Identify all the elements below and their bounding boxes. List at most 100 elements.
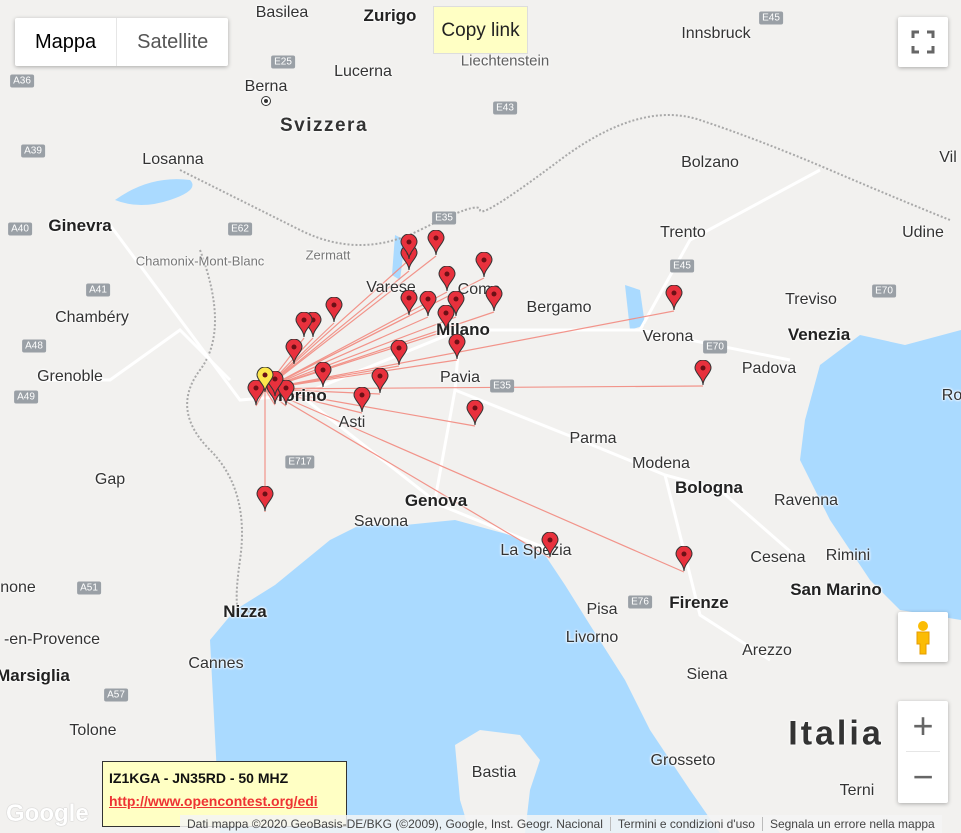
place-label-cesena: Cesena (750, 549, 806, 566)
road-shield: E45 (670, 259, 694, 273)
home-station-marker[interactable] (256, 367, 274, 393)
road-shield: E25 (271, 55, 295, 69)
place-label-pisa: Pisa (586, 601, 618, 618)
place-label-arezzo: Arezzo (742, 642, 792, 659)
place-label-bergamo: Bergamo (526, 299, 592, 316)
map-data-attribution: Dati mappa ©2020 GeoBasis-DE/BKG (©2009)… (187, 817, 603, 831)
station-marker[interactable] (438, 266, 456, 292)
place-label-laspezia: La Spezia (500, 542, 572, 559)
station-marker[interactable] (675, 546, 693, 572)
pegman-icon (916, 621, 930, 655)
station-marker[interactable] (466, 400, 484, 426)
road-shield: E76 (628, 595, 652, 609)
attribution-bar: Dati mappa ©2020 GeoBasis-DE/BKG (©2009)… (180, 815, 942, 833)
station-marker[interactable] (419, 291, 437, 317)
place-label-gap: Gap (94, 471, 126, 488)
terms-link[interactable]: Termini e condizioni d'uso (609, 817, 762, 831)
place-label-firenze: Firenze (669, 593, 729, 612)
place-label-grenoble: Grenoble (37, 368, 103, 385)
station-marker[interactable] (665, 285, 683, 311)
place-label-bolzano: Bolzano (681, 154, 739, 171)
station-title: IZ1KGA - JN35RD - 50 MHZ (109, 770, 289, 786)
road-shield: A57 (104, 688, 128, 702)
zoom-control: + − (898, 701, 948, 803)
road-shield: A51 (77, 581, 101, 595)
adriatic-sea (800, 330, 961, 620)
station-marker[interactable] (541, 532, 559, 558)
place-label-trento: Trento (660, 224, 706, 241)
place-label-savona: Savona (353, 513, 409, 530)
zoom-out-button[interactable]: − (898, 752, 948, 802)
edi-link[interactable]: http://www.opencontest.org/edi (109, 793, 340, 809)
place-label-provence: -en-Provence (3, 631, 101, 648)
place-label-udine: Udine (902, 224, 944, 241)
station-marker[interactable] (485, 286, 503, 312)
place-label-ravenna: Ravenna (773, 492, 839, 509)
station-marker[interactable] (390, 340, 408, 366)
place-label-padova: Padova (741, 360, 797, 377)
place-label-terni: Terni (839, 782, 875, 799)
zoom-in-button[interactable]: + (898, 701, 948, 751)
place-label-chambery: Chambéry (55, 309, 129, 326)
place-label-sanmarino: San Marino (790, 580, 882, 599)
station-marker[interactable] (295, 312, 313, 338)
station-marker[interactable] (400, 290, 418, 316)
report-error-link[interactable]: Segnala un errore nella mappa (761, 817, 942, 831)
road-shield: E70 (703, 340, 727, 354)
road-shield: A49 (14, 390, 38, 404)
place-label-italia: Italia (788, 714, 884, 753)
road-shield: E43 (493, 101, 517, 115)
place-label-losanna: Losanna (142, 151, 204, 168)
station-marker[interactable] (371, 368, 389, 394)
place-label-vil: Vil (939, 149, 957, 166)
place-label-ro: Ro (941, 387, 961, 404)
road-shield: E45 (759, 11, 783, 25)
station-marker[interactable] (448, 334, 466, 360)
place-label-venezia: Venezia (787, 325, 851, 344)
map-type-satellite-button[interactable]: Satellite (116, 18, 228, 66)
qso-path (264, 255, 437, 390)
place-label-zermatt: Zermatt (305, 247, 351, 263)
road-shield: E717 (285, 455, 315, 469)
copy-link-button[interactable]: Copy link (433, 6, 528, 54)
road-shield: E35 (490, 379, 514, 393)
road-shield: E35 (432, 211, 456, 225)
map-type-control: Mappa Satellite (15, 18, 229, 66)
place-label-lucerna: Lucerna (334, 63, 392, 80)
place-label-rimini: Rimini (825, 547, 871, 564)
place-label-grosseto: Grosseto (650, 752, 716, 769)
station-marker[interactable] (325, 297, 343, 323)
place-label-verona: Verona (642, 328, 694, 345)
lake-garda (625, 285, 645, 330)
road-shield: A39 (21, 144, 45, 158)
map-type-map-button[interactable]: Mappa (15, 18, 116, 66)
map-canvas[interactable]: Basilea Zurigo Liechtenstein Innsbruck Berna… (0, 0, 961, 833)
place-label-bologna: Bologna (675, 478, 743, 497)
place-label-berna: Berna (244, 78, 288, 95)
station-marker[interactable] (694, 360, 712, 386)
place-label-cannes: Cannes (188, 655, 244, 672)
station-marker[interactable] (256, 486, 274, 512)
place-label-treviso: Treviso (785, 291, 837, 308)
place-label-livorno: Livorno (565, 629, 619, 646)
fullscreen-button[interactable] (898, 17, 948, 67)
place-label-asti: Asti (338, 414, 366, 431)
place-label-marsiglia: Marsiglia (0, 666, 70, 685)
station-marker[interactable] (427, 230, 445, 256)
lake-geneva (115, 179, 193, 205)
road-shield: A40 (8, 222, 32, 236)
street-view-pegman[interactable] (898, 612, 948, 662)
place-label-parma: Parma (569, 430, 617, 447)
place-label-bastia: Bastia (471, 764, 517, 781)
place-label-innsbruck: Innsbruck (681, 25, 751, 42)
place-label-genova: Genova (404, 491, 468, 510)
station-marker[interactable] (437, 305, 455, 331)
place-label-nizza: Nizza (223, 602, 267, 621)
station-marker[interactable] (475, 252, 493, 278)
google-logo[interactable]: Google (6, 800, 89, 828)
station-marker[interactable] (285, 339, 303, 365)
station-marker[interactable] (353, 387, 371, 413)
station-marker[interactable] (400, 234, 418, 260)
border (186, 249, 251, 616)
station-marker[interactable] (314, 362, 332, 388)
